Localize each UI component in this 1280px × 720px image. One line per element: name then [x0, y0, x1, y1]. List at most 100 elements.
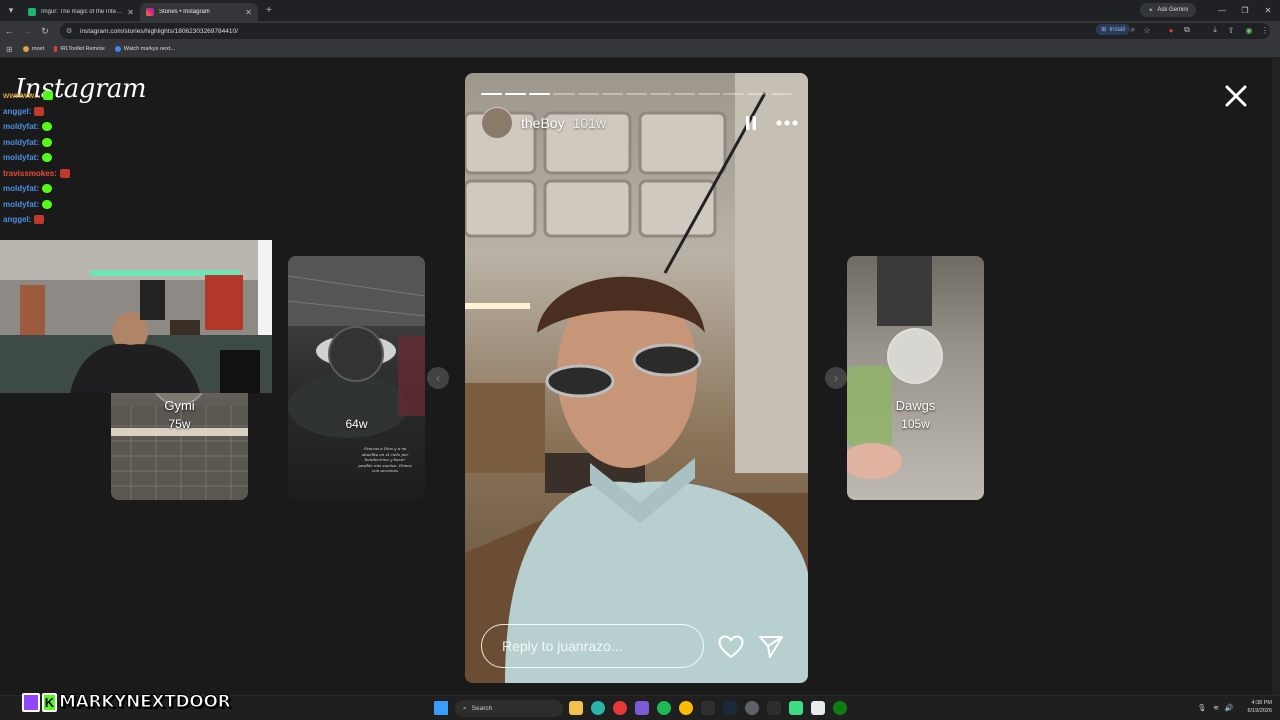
emote-icon — [42, 184, 52, 194]
webcam-image — [0, 240, 272, 393]
restore-icon[interactable]: ❐ — [1234, 0, 1256, 21]
chat-message: moldyfat: — [3, 150, 163, 166]
imgur-favicon-icon — [28, 8, 36, 16]
address-bar[interactable]: ⚙ instagram.com/stories/highlights/18062… — [60, 23, 1270, 39]
progress-segment — [674, 93, 696, 95]
chat-message: moldyfat: — [3, 181, 163, 197]
tab-instagram-stories[interactable]: Stories • Instagram ✕ — [140, 3, 258, 21]
window-close-icon[interactable]: ✕ — [1257, 0, 1279, 21]
tab-close-icon[interactable]: ✕ — [245, 8, 252, 17]
system-clock[interactable]: 4:38 PM 6/19/2026 — [1236, 699, 1272, 715]
taskbar-search-label: Search — [471, 705, 493, 712]
streamer-webcam-overlay — [0, 240, 272, 393]
ask-gemini-button[interactable]: ✦ Ask Gemini — [1140, 3, 1196, 17]
clock-date: 6/19/2026 — [1247, 708, 1272, 714]
heart-icon[interactable] — [718, 635, 744, 659]
tab-imgur[interactable]: Imgur: The magic of the Internet ✕ — [22, 3, 140, 21]
chrome-profile-icon[interactable] — [679, 701, 693, 715]
story-author-avatar[interactable] — [481, 107, 513, 139]
progress-segment — [529, 93, 551, 95]
install-label: Install — [1109, 26, 1125, 33]
zoom-icon[interactable]: ⌕ — [1128, 25, 1138, 35]
install-app-button[interactable]: ⊞ Install — [1096, 24, 1130, 35]
menu-kebab-icon[interactable]: ⋮ — [1260, 25, 1270, 35]
share-icon[interactable]: ⇪ — [1226, 25, 1236, 35]
obs-app-icon[interactable] — [701, 701, 715, 715]
back-icon[interactable]: ← — [0, 21, 18, 41]
extensions-icon[interactable]: ⧉ — [1182, 25, 1192, 35]
previous-story-icon[interactable]: ‹ — [427, 367, 449, 389]
progress-segment — [746, 93, 768, 95]
chat-username: anggel: — [3, 106, 32, 116]
extension-record-icon[interactable]: ● — [1166, 25, 1176, 35]
active-story[interactable]: theBoy 101w Reply to juanrazo... — [465, 73, 808, 683]
progress-segment — [481, 93, 503, 95]
chat-message: moldyfat: — [3, 197, 163, 213]
emote-icon — [42, 153, 52, 163]
close-icon[interactable] — [1222, 82, 1250, 110]
emote-icon — [42, 137, 52, 147]
preview-avatar — [328, 326, 384, 382]
chat-message: wwwww... — [3, 88, 163, 104]
progress-segment — [577, 93, 599, 95]
terminal-app-icon[interactable] — [767, 701, 781, 715]
emote-icon — [42, 199, 52, 209]
story-progress-bar — [481, 93, 793, 95]
microphone-icon[interactable]: 🎙 — [1197, 703, 1207, 713]
progress-segment — [698, 93, 720, 95]
chat-username: wwwww... — [3, 91, 41, 100]
reload-icon[interactable]: ↻ — [36, 21, 54, 41]
share-send-icon[interactable] — [758, 634, 784, 659]
more-options-icon[interactable] — [775, 115, 799, 131]
bookmark-star-icon[interactable]: ☆ — [1142, 25, 1152, 35]
chat-username: anggel: — [3, 215, 32, 224]
instagram-stories-page: Instagram Gymi 75w 64w Gracias a Dios y … — [0, 58, 1280, 695]
edge-browser-icon[interactable] — [591, 701, 605, 715]
android-app-icon[interactable] — [789, 701, 803, 715]
file-explorer-icon[interactable] — [569, 701, 583, 715]
bookmark-favicon-icon — [54, 46, 58, 52]
story-preview-dawgs[interactable]: Dawgs 105w — [847, 256, 984, 500]
site-info-icon[interactable]: ⚙ — [66, 27, 76, 35]
forward-icon[interactable]: → — [18, 21, 36, 41]
profile-avatar-icon[interactable]: ◉ — [1244, 25, 1254, 35]
story-age: 101w — [572, 115, 607, 131]
bookmark-favicon-icon — [114, 46, 121, 52]
emote-icon — [43, 91, 54, 101]
next-story-icon[interactable]: › — [825, 367, 847, 389]
bookmark-irltoolkit[interactable]: IRLToolkit Remote — [54, 46, 105, 52]
story-author-username[interactable]: theBoy — [521, 115, 565, 131]
new-tab-button[interactable]: + — [266, 5, 272, 16]
discord-app-icon[interactable] — [635, 701, 649, 715]
volume-icon[interactable]: 🔊 — [1224, 703, 1234, 713]
emote-icon — [59, 168, 70, 178]
settings-app-icon[interactable] — [745, 701, 759, 715]
pause-icon[interactable] — [743, 115, 759, 131]
reply-input[interactable]: Reply to juanrazo... — [481, 624, 704, 668]
windows-start-icon[interactable] — [434, 701, 448, 715]
screen: ▾ Imgur: The magic of the Internet ✕ Sto… — [0, 0, 1280, 720]
download-icon[interactable]: ⤓ — [1210, 25, 1220, 35]
twitch-channel-banner: K MARKYNEXTDOOR — [22, 690, 231, 714]
chrome-app-icon[interactable] — [613, 701, 627, 715]
progress-segment — [722, 93, 744, 95]
minimize-icon[interactable]: — — [1211, 0, 1233, 21]
apps-grid-icon[interactable]: ⊞ — [6, 45, 13, 54]
wifi-icon[interactable]: ≋ — [1211, 703, 1221, 713]
preview-title: Dawgs — [895, 398, 936, 413]
xbox-app-icon[interactable] — [833, 701, 847, 715]
calendar-app-icon[interactable] — [811, 701, 825, 715]
chat-username: travissmokes: — [3, 168, 57, 178]
tab-search-icon[interactable]: ▾ — [0, 0, 22, 21]
steam-app-icon[interactable] — [723, 701, 737, 715]
taskbar-search[interactable]: ⌕ Search — [455, 700, 563, 717]
chat-message: moldyfat: — [3, 119, 163, 135]
page-scrollbar[interactable] — [1272, 58, 1280, 695]
chat-message: anggel: — [3, 212, 163, 228]
bookmark-rooet[interactable]: rooet — [22, 46, 44, 52]
spotify-app-icon[interactable] — [657, 701, 671, 715]
bookmark-watch-markys[interactable]: Watch markys next... — [114, 46, 175, 52]
story-preview-car[interactable]: 64w Gracias a Dios y a mi abuelita en el… — [288, 256, 425, 500]
preview-title: Gymi — [164, 398, 195, 413]
tab-close-icon[interactable]: ✕ — [127, 8, 134, 17]
